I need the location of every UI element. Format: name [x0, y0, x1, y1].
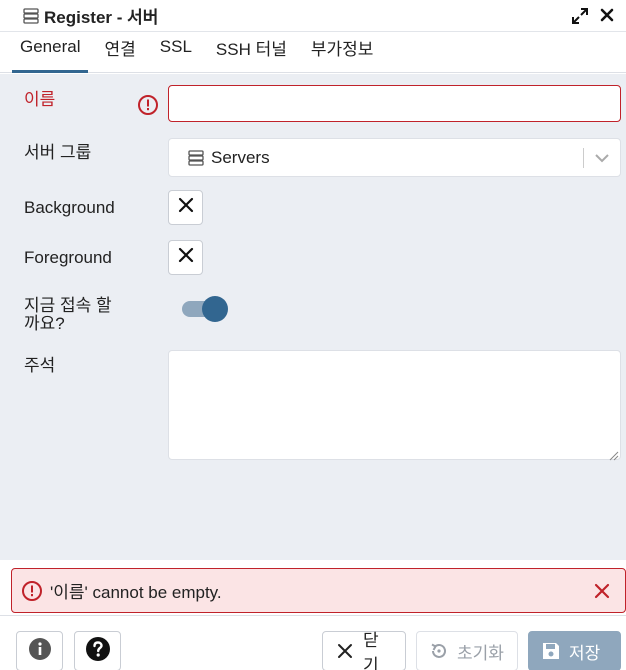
- server-group-label: 서버 그룹: [24, 143, 92, 162]
- save-button[interactable]: 저장: [528, 631, 621, 670]
- close-button-label: 닫기: [363, 631, 379, 670]
- dialog-tabs: General 연결 SSL SSH 터널 부가정보: [0, 33, 626, 73]
- connect-now-label-line2: 까요?: [24, 314, 65, 333]
- close-icon[interactable]: [596, 4, 618, 26]
- x-icon: [177, 246, 195, 269]
- background-color-picker[interactable]: [168, 190, 203, 225]
- tab-advanced[interactable]: 부가정보: [299, 32, 386, 72]
- tab-general[interactable]: General: [8, 32, 92, 73]
- name-label: 이름: [24, 90, 56, 109]
- reset-button-label: 초기화: [457, 643, 504, 663]
- connect-now-toggle[interactable]: [182, 295, 230, 323]
- server-group-value: Servers: [211, 147, 270, 167]
- foreground-color-picker[interactable]: [168, 240, 203, 275]
- reset-button[interactable]: 초기화: [416, 631, 518, 670]
- name-input[interactable]: [168, 85, 621, 122]
- foreground-label: Foreground: [24, 248, 112, 267]
- error-message: '이름' cannot be empty.: [50, 583, 222, 602]
- server-icon: [22, 7, 40, 25]
- background-label: Background: [24, 198, 115, 217]
- dialog-title: Register - 서버: [44, 8, 159, 27]
- help-icon: [85, 636, 111, 667]
- reset-icon: [429, 641, 449, 661]
- general-form: 이름 서버 그룹 Servers Background Foreground 지…: [0, 74, 626, 560]
- info-button[interactable]: [16, 631, 63, 670]
- tab-connection[interactable]: 연결: [92, 32, 147, 72]
- dialog-titlebar: Register - 서버: [0, 0, 626, 32]
- register-server-dialog: Register - 서버 General 연결 SSL SSH 터널 부가정보…: [0, 0, 626, 670]
- comment-label: 주석: [24, 356, 56, 375]
- x-icon: [335, 641, 355, 661]
- select-separator: [583, 148, 584, 168]
- comment-textarea[interactable]: [168, 350, 621, 460]
- alert-circle-icon: [21, 580, 43, 602]
- save-button-label: 저장: [569, 643, 601, 663]
- save-icon: [541, 641, 561, 661]
- x-icon: [177, 196, 195, 219]
- error-banner: '이름' cannot be empty.: [11, 568, 626, 613]
- resize-grip-icon[interactable]: [609, 448, 619, 461]
- help-button[interactable]: [74, 631, 121, 670]
- connect-now-label-line1: 지금 접속 할: [24, 296, 112, 315]
- info-icon: [28, 637, 52, 666]
- alert-circle-icon: [137, 94, 159, 116]
- tab-ssl[interactable]: SSL: [148, 32, 204, 72]
- server-group-select[interactable]: Servers: [168, 138, 621, 177]
- chevron-down-icon[interactable]: [594, 150, 610, 166]
- dialog-footer: 닫기 초기화 저장: [0, 615, 626, 670]
- server-icon: [187, 149, 205, 167]
- tab-ssh-tunnel[interactable]: SSH 터널: [204, 32, 299, 72]
- x-icon[interactable]: [593, 582, 611, 600]
- toggle-knob: [202, 296, 228, 322]
- expand-icon[interactable]: [570, 6, 590, 26]
- close-button[interactable]: 닫기: [322, 631, 406, 670]
